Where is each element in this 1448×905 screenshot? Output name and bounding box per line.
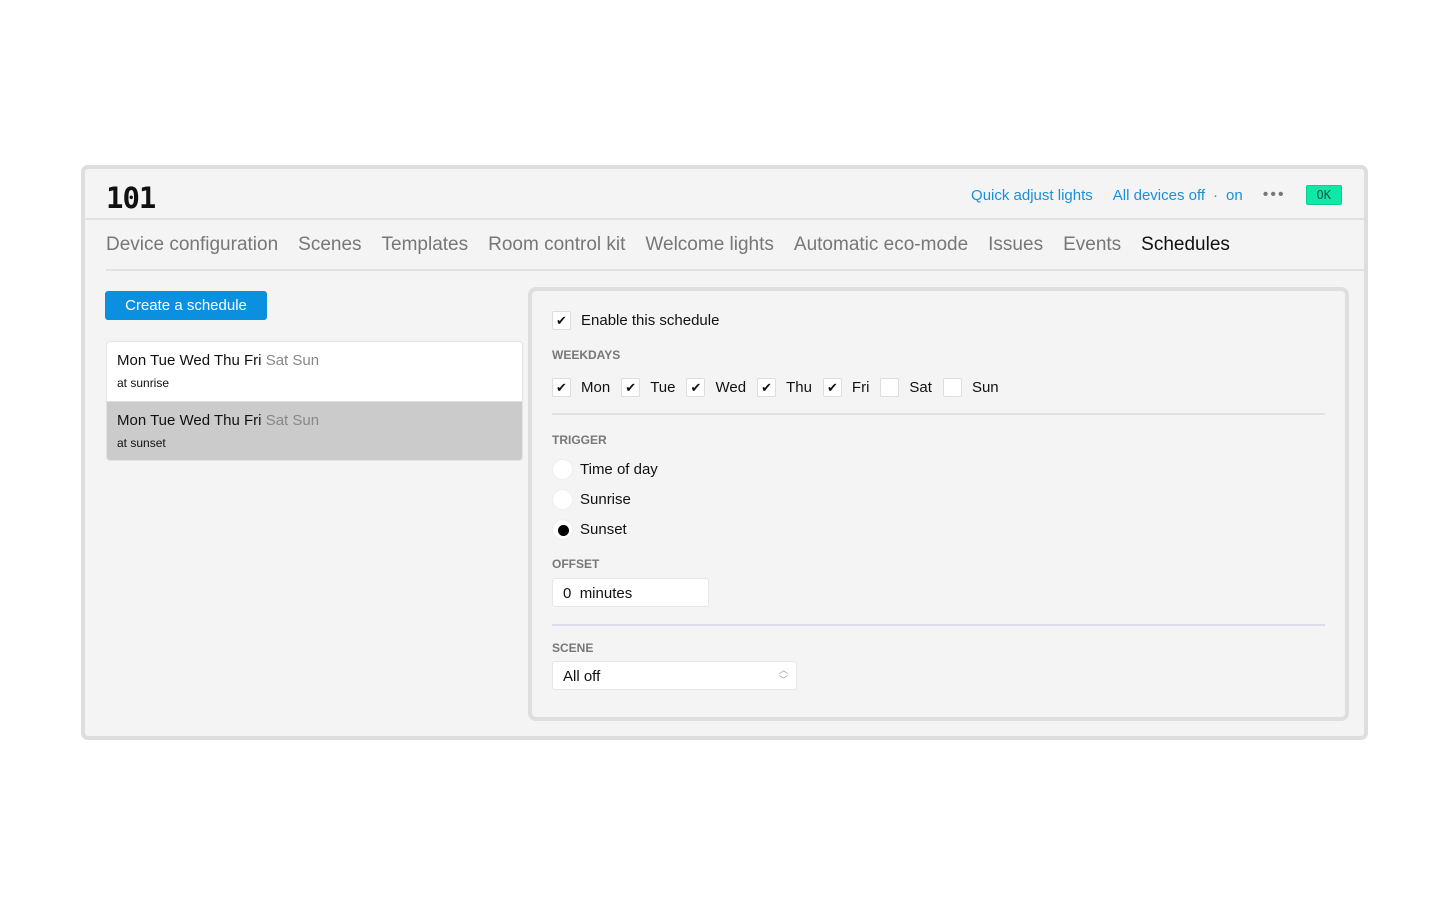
tab-automatic-eco-mode[interactable]: Automatic eco-mode [794, 234, 968, 256]
scene-value: All off [563, 668, 601, 685]
enable-schedule-checkbox[interactable]: ✔ [552, 311, 571, 330]
trigger-option-label: Sunrise [580, 491, 631, 508]
weekday-label: Wed [715, 379, 747, 396]
schedule-trigger: at sunrise [117, 376, 170, 390]
inactive-days: Sat Sun [265, 352, 320, 369]
divider [552, 624, 1325, 626]
more-icon[interactable]: ••• [1263, 186, 1286, 204]
tab-bar: Device configuration Scenes Templates Ro… [106, 220, 1364, 271]
chevron-updown-icon: ︿ ﹀ [778, 665, 788, 685]
trigger-option-label: Time of day [580, 461, 658, 478]
active-days: Mon Tue Wed Thu Fri [117, 412, 262, 429]
weekday-checkbox-wed[interactable]: ✔ [686, 378, 706, 397]
create-schedule-button[interactable]: Create a schedule [105, 291, 267, 320]
schedule-list: Mon Tue Wed Thu Fri Sat Sun at sunrise M… [106, 341, 523, 461]
room-header: 101 Quick adjust lights All devices off … [85, 169, 1364, 220]
weekday-checkboxes: ✔ Mon ✔ Tue ✔ Wed ✔ Thu ✔ Fri Sat Sun [552, 378, 999, 397]
weekday-label: Tue [650, 379, 676, 396]
scene-select[interactable]: All off ︿ ﹀ [552, 661, 797, 690]
separator: · [1213, 186, 1219, 204]
all-devices-off-link[interactable]: All devices off [1113, 187, 1205, 204]
tab-events[interactable]: Events [1063, 234, 1121, 256]
trigger-option-sunset[interactable]: Sunset [552, 519, 627, 540]
tab-schedules[interactable]: Schedules [1141, 234, 1230, 256]
tab-scenes[interactable]: Scenes [298, 234, 361, 256]
tab-room-control-kit[interactable]: Room control kit [488, 234, 625, 256]
weekday-label: Fri [851, 379, 870, 396]
inactive-days: Sat Sun [265, 412, 320, 429]
offset-unit: minutes [579, 585, 633, 602]
active-days: Mon Tue Wed Thu Fri [117, 352, 262, 369]
trigger-option-time-of-day[interactable]: Time of day [552, 459, 658, 480]
weekday-checkbox-sat[interactable] [880, 378, 900, 397]
tab-device-configuration[interactable]: Device configuration [106, 234, 278, 256]
tab-welcome-lights[interactable]: Welcome lights [645, 234, 773, 256]
offset-label: OFFSET [552, 557, 600, 571]
radio-button[interactable] [552, 459, 573, 480]
offset-input[interactable]: 0 minutes [552, 578, 709, 607]
divider [552, 413, 1325, 415]
weekday-checkbox-tue[interactable]: ✔ [621, 378, 641, 397]
schedule-editor: ✔ Enable this schedule WEEKDAYS ✔ Mon ✔ Tue… [528, 287, 1349, 721]
room-card: 101 Quick adjust lights All devices off … [81, 165, 1368, 740]
weekday-checkbox-fri[interactable]: ✔ [822, 378, 842, 397]
weekdays-label: WEEKDAYS [552, 348, 621, 362]
trigger-option-sunrise[interactable]: Sunrise [552, 489, 631, 510]
status-badge: OK [1305, 185, 1342, 205]
weekday-label: Thu [786, 379, 812, 396]
radio-button[interactable] [552, 519, 573, 540]
enable-schedule-label: Enable this schedule [581, 312, 720, 329]
weekday-label: Mon [581, 379, 611, 396]
trigger-option-label: Sunset [580, 521, 627, 538]
schedule-list-item-selected[interactable]: Mon Tue Wed Thu Fri Sat Sun at sunset [107, 401, 522, 460]
offset-value: 0 [563, 585, 572, 602]
weekday-label: Sat [909, 379, 932, 396]
room-title: 101 [106, 181, 156, 215]
radio-button[interactable] [552, 489, 573, 510]
weekday-checkbox-sun[interactable] [942, 378, 962, 397]
weekday-checkbox-thu[interactable]: ✔ [757, 378, 777, 397]
quick-adjust-lights-link[interactable]: Quick adjust lights [971, 187, 1093, 204]
tab-issues[interactable]: Issues [988, 234, 1043, 256]
trigger-label: TRIGGER [552, 433, 607, 447]
schedule-list-item[interactable]: Mon Tue Wed Thu Fri Sat Sun at sunrise [107, 342, 522, 401]
all-devices-on-link[interactable]: on [1226, 187, 1243, 204]
weekday-checkbox-mon[interactable]: ✔ [552, 378, 571, 397]
weekday-label: Sun [971, 379, 999, 396]
schedule-trigger: at sunset [117, 436, 166, 450]
scene-label: SCENE [552, 641, 594, 655]
tab-templates[interactable]: Templates [382, 234, 469, 256]
